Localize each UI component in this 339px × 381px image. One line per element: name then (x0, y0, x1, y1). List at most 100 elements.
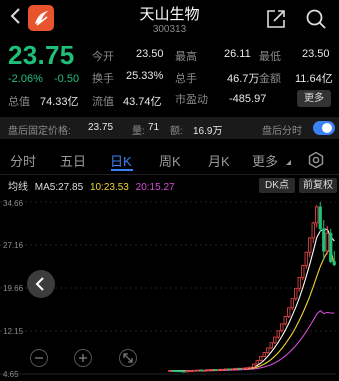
candle-body (262, 352, 266, 357)
candle-body (206, 369, 210, 372)
gear-icon (308, 151, 324, 169)
candle-body (252, 363, 256, 368)
after-hours-label: 盘后固定价格: (8, 126, 71, 137)
y-tick-label: 4.65 (3, 370, 19, 379)
y-tick-label: 19.66 (3, 284, 24, 293)
high-value: 26.11 (224, 48, 251, 60)
candle-body (213, 369, 217, 371)
float-cap-label: 流值 (92, 96, 114, 108)
y-tick-label: 34.66 (3, 199, 24, 208)
candle-body (196, 369, 200, 372)
candle-body (231, 368, 235, 371)
candle-body (255, 360, 259, 365)
high-label: 最高 (175, 51, 197, 63)
search-button[interactable] (305, 8, 327, 30)
after-hours-amount: 16.9万 (193, 126, 223, 137)
candle-body (227, 368, 231, 371)
pe-value: -485.97 (229, 93, 267, 105)
candle-body (283, 315, 287, 325)
tab-monthly-k[interactable]: 月K (208, 151, 230, 170)
after-hours-intraday-label: 盘后分时 (262, 126, 302, 137)
share-button[interactable] (265, 8, 287, 30)
total-cap-label: 总值 (8, 96, 30, 108)
pe-label: 市盈动 (175, 94, 208, 106)
candle-body (217, 369, 221, 372)
dk-point-button[interactable]: DK点 (259, 178, 295, 193)
change-amount: -0.50 (54, 73, 80, 85)
candle-body (182, 370, 186, 373)
candle-body (224, 368, 228, 371)
low-label: 最低 (259, 51, 281, 63)
candle-body (304, 251, 308, 266)
candle-body (210, 369, 214, 371)
amount-value: 11.64亿 (295, 73, 333, 85)
candle-body (311, 222, 315, 239)
low-value: 23.50 (302, 48, 330, 60)
candle-body (238, 367, 242, 370)
tab-intraday[interactable]: 分时 (10, 151, 36, 170)
candle-body (248, 366, 252, 369)
candle-body (273, 336, 277, 344)
amount-label: 金额 (259, 73, 281, 85)
tab-more-label: 更多 (252, 154, 279, 169)
adjust-mode-button[interactable]: 前复权 (299, 178, 337, 193)
candle-body (241, 367, 245, 370)
plus-icon (79, 354, 87, 362)
fullscreen-button[interactable] (119, 349, 137, 367)
toggle-knob (322, 123, 332, 133)
candle-body (220, 368, 224, 371)
candle-body (259, 356, 263, 361)
ma10-line (169, 247, 335, 372)
tab-more[interactable]: 更多 (252, 151, 292, 170)
candle-body (294, 287, 298, 300)
tab-weekly-k[interactable]: 周K (159, 151, 181, 170)
candle-body (203, 369, 207, 372)
change-percent: -2.06% (8, 73, 43, 85)
more-quote-button[interactable]: 更多 (297, 90, 331, 107)
after-hours-vol: 71 (148, 122, 160, 133)
candle-body (269, 342, 273, 349)
after-hours-price: 23.75 (88, 122, 114, 133)
tab-divider (0, 174, 339, 175)
candle-body (245, 367, 249, 370)
ma-prefix: 均线 (8, 182, 28, 193)
zoom-out-button[interactable] (30, 349, 48, 367)
ma5-value: MA5:27.85 (34, 182, 84, 193)
candle-body (171, 370, 175, 372)
candle-body (318, 206, 322, 230)
volume-label: 总手 (175, 73, 197, 85)
stock-code: 300313 (152, 24, 187, 35)
candle-body (308, 237, 312, 253)
candle-body (322, 228, 326, 252)
candle-body (329, 232, 333, 263)
current-price: 23.75 (8, 40, 75, 70)
minus-icon (35, 357, 43, 359)
candle-body (175, 370, 179, 373)
candle-body (325, 232, 329, 252)
search-icon (306, 9, 326, 29)
expand-icon (123, 353, 133, 363)
candle-body (280, 323, 284, 332)
y-tick-label: 12.15 (3, 327, 24, 336)
zoom-in-button[interactable] (74, 349, 92, 367)
tab-daily-k[interactable]: 日K (110, 151, 132, 170)
candle-body (297, 277, 301, 289)
open-label: 今开 (92, 51, 114, 63)
turnover-value: 25.33% (126, 70, 164, 82)
volume-value: 46.7万 (227, 73, 260, 85)
turnover-label: 换手 (92, 73, 114, 85)
candle-body (266, 347, 270, 353)
candle-body (290, 298, 294, 309)
tab-five-day[interactable]: 五日 (60, 151, 86, 170)
open-value: 23.50 (136, 48, 164, 60)
candle-body (168, 370, 172, 372)
collapse-panel-button[interactable] (27, 270, 55, 298)
triangle-down-icon (285, 160, 291, 165)
ma-legend: 均线 MA5:27.85 10:23.53 20:15.27 (8, 178, 175, 193)
y-tick-label: 27.16 (3, 241, 24, 250)
candle-body (276, 330, 280, 338)
after-hours-vol-label: 量: (132, 126, 145, 137)
candle-body (185, 370, 189, 373)
candle-body (287, 307, 291, 317)
chart-settings-button[interactable] (307, 151, 325, 174)
